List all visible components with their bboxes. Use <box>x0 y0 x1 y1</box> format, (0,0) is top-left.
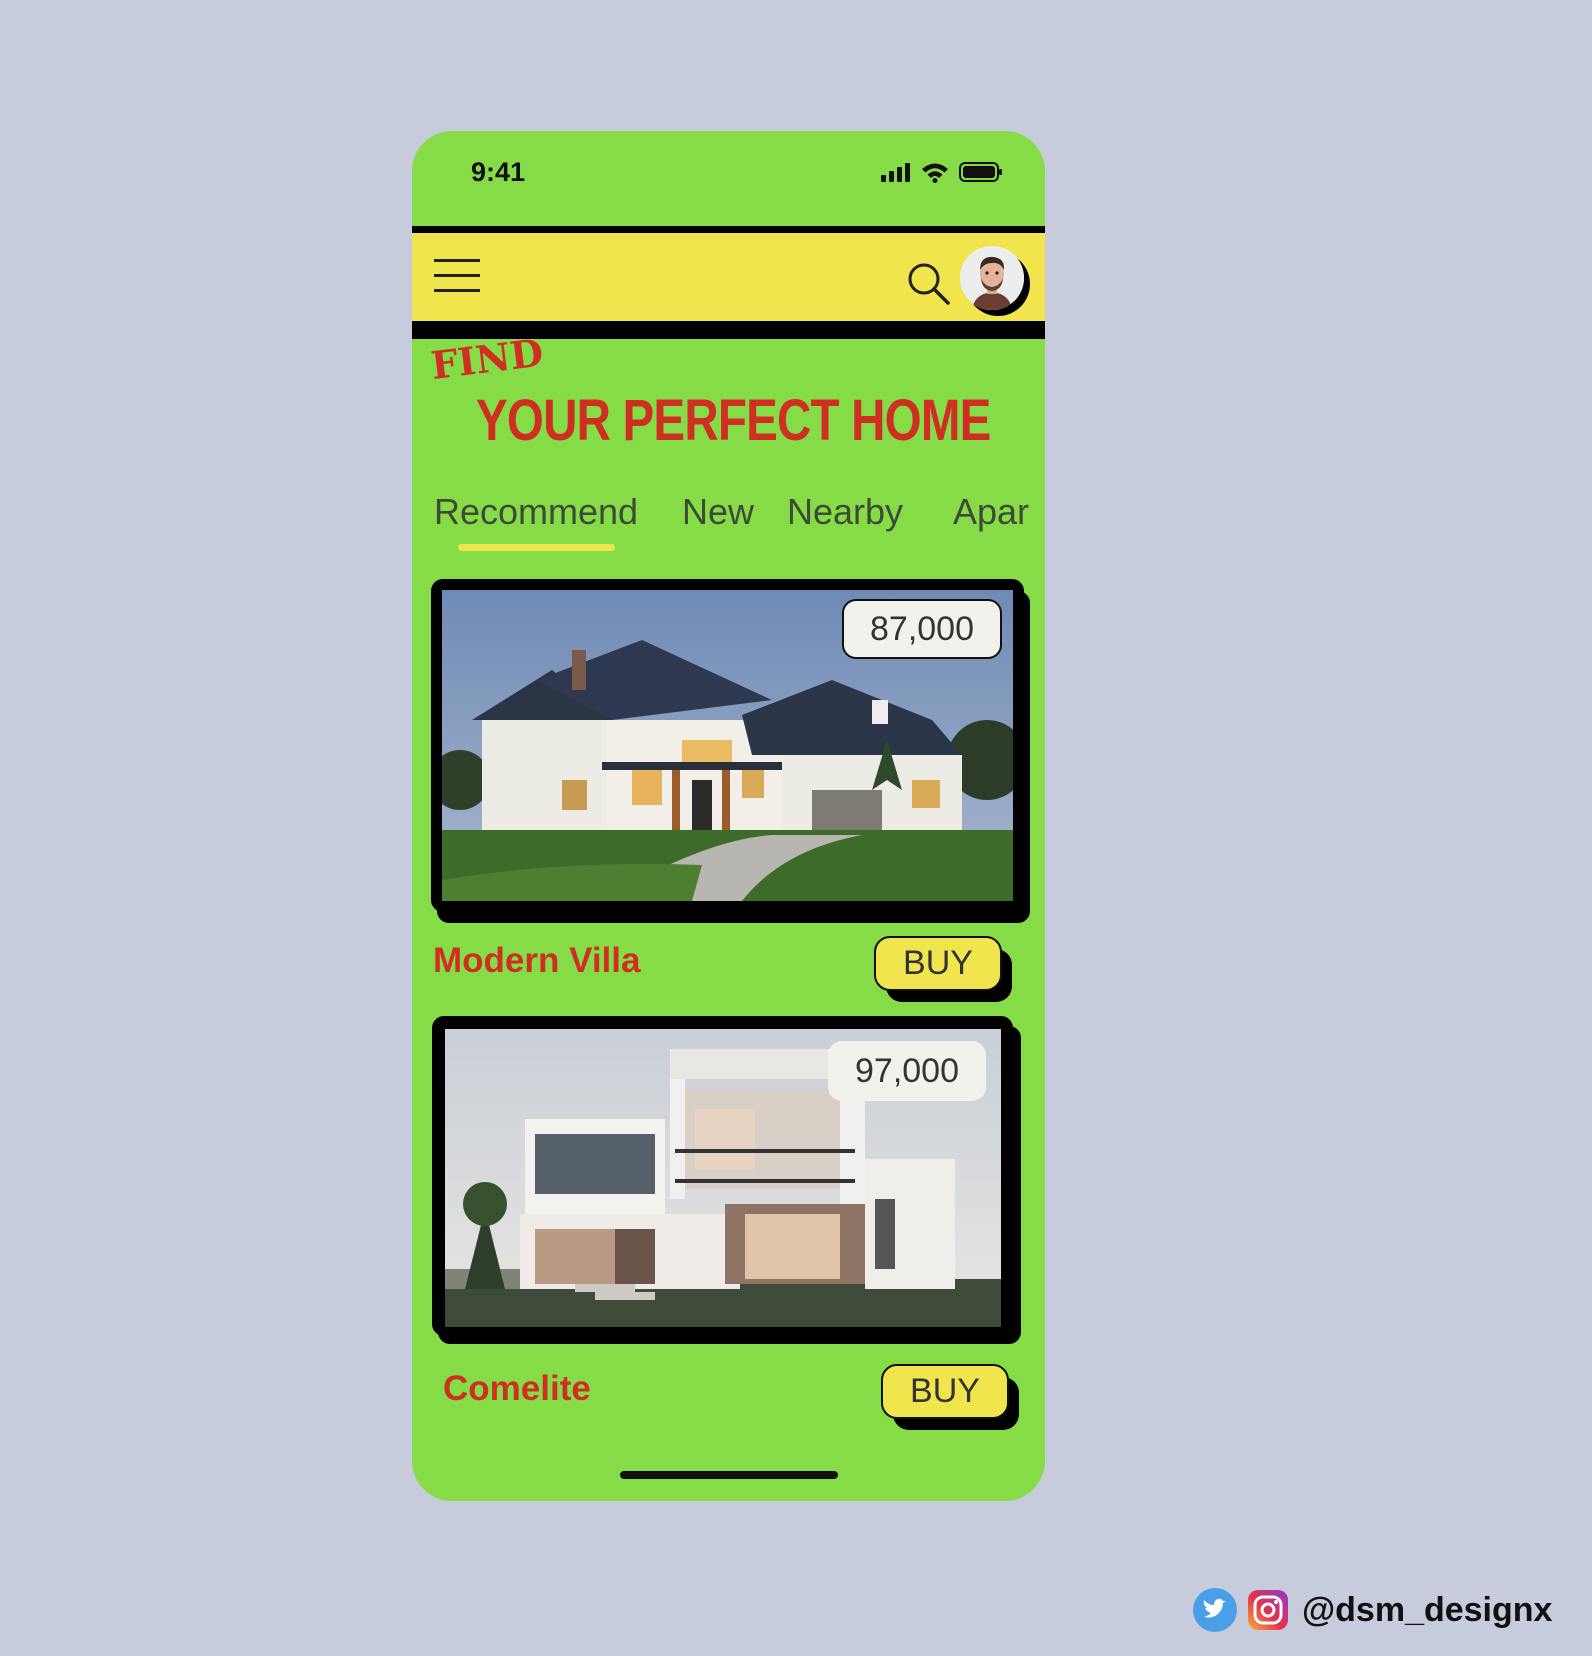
app-bar <box>412 233 1045 321</box>
social-handle-text: @dsm_designx <box>1302 1590 1553 1629</box>
category-tabs: Recommend New Nearby Apar <box>412 491 1045 551</box>
battery-icon <box>959 162 1002 182</box>
header-top-rule <box>412 226 1045 233</box>
hero-title: YOUR PERFECT HOME <box>476 388 991 453</box>
listing-card[interactable]: 97,000 <box>432 1016 1022 1348</box>
buy-button-wrap: BUY <box>874 936 1012 1002</box>
tab-new[interactable]: New <box>682 491 754 533</box>
avatar-portrait <box>960 246 1024 310</box>
instagram-icon[interactable] <box>1248 1590 1288 1630</box>
status-icons <box>881 161 1003 183</box>
wifi-icon <box>922 163 948 183</box>
buy-button[interactable]: BUY <box>874 936 1002 991</box>
listing-name: Modern Villa <box>433 941 641 980</box>
status-time: 9:41 <box>471 157 526 187</box>
buy-button[interactable]: BUY <box>881 1364 1009 1419</box>
tab-recommend[interactable]: Recommend <box>434 491 638 533</box>
price-tag: 97,000 <box>828 1041 986 1101</box>
twitter-icon[interactable] <box>1192 1587 1238 1633</box>
listing-card[interactable]: 87,000 <box>431 579 1031 927</box>
user-avatar-wrap <box>960 246 1030 316</box>
social-handle: @dsm_designx <box>1192 1587 1552 1633</box>
listing-name: Comelite <box>443 1369 591 1408</box>
tab-nearby[interactable]: Nearby <box>787 491 903 533</box>
home-indicator <box>620 1471 838 1479</box>
search-icon[interactable] <box>906 261 950 305</box>
tab-apartment[interactable]: Apar <box>953 491 1029 533</box>
phone-screen: 9:41 FIND YOUR PERFECT HOME Recommend Ne… <box>412 131 1045 1501</box>
hamburger-menu-icon[interactable] <box>434 259 480 293</box>
user-avatar[interactable] <box>960 246 1024 310</box>
signal-icon <box>881 163 910 182</box>
buy-button-wrap: BUY <box>881 1364 1019 1430</box>
price-tag: 87,000 <box>842 599 1002 659</box>
active-tab-indicator <box>458 544 615 551</box>
